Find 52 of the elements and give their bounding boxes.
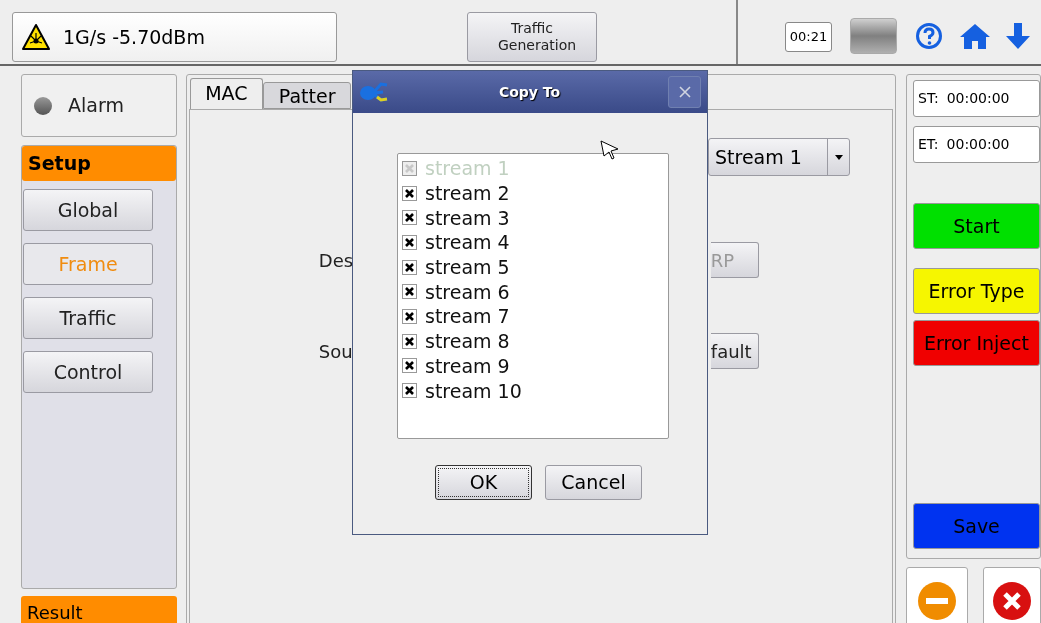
checkbox[interactable] bbox=[402, 210, 417, 226]
stream-option[interactable]: stream 9 bbox=[402, 353, 668, 379]
caret-icon bbox=[834, 154, 843, 160]
checkbox[interactable] bbox=[402, 333, 417, 349]
timer-value: 00:00:00 bbox=[946, 89, 1010, 108]
help-icon[interactable] bbox=[915, 22, 943, 50]
field-label: Sou bbox=[318, 339, 353, 364]
signal-reading: 1G/s -5.70dBm bbox=[63, 24, 205, 50]
setup-header: Setup bbox=[22, 146, 176, 181]
close-icon bbox=[993, 582, 1032, 620]
laser-warning-icon bbox=[21, 23, 51, 51]
stream-option[interactable]: stream 10 bbox=[402, 378, 668, 403]
tab[interactable]: MAC bbox=[189, 78, 263, 109]
field-button[interactable]: fault bbox=[710, 333, 759, 369]
close-app-button[interactable] bbox=[983, 567, 1041, 623]
action-button[interactable]: Error Type bbox=[913, 268, 1040, 314]
dialog-button[interactable]: Cancel bbox=[545, 465, 642, 500]
stream-option[interactable]: stream 6 bbox=[402, 279, 668, 305]
stream-option[interactable]: stream 7 bbox=[402, 304, 668, 329]
setup-menu-item[interactable]: Global bbox=[23, 189, 153, 231]
clock-display: 00:21 bbox=[785, 22, 832, 52]
traffic-generation-button[interactable]: Traffic Generation bbox=[467, 12, 597, 62]
stream-option[interactable]: stream 2 bbox=[402, 180, 668, 206]
checkbox[interactable] bbox=[402, 234, 417, 250]
stream-option[interactable]: stream 5 bbox=[402, 254, 668, 280]
tab[interactable]: Patter bbox=[262, 82, 351, 109]
dialog-title: Copy To bbox=[497, 82, 562, 102]
action-button[interactable]: Error Inject bbox=[913, 320, 1040, 366]
stream-option[interactable]: stream 3 bbox=[402, 205, 668, 231]
field-label: Des bbox=[318, 248, 354, 273]
stream-option[interactable]: stream 4 bbox=[402, 230, 668, 255]
timer-label: ET: bbox=[918, 135, 939, 154]
alarm-label: Alarm bbox=[68, 93, 124, 119]
stream-dropdown[interactable]: Stream 1 bbox=[708, 138, 850, 176]
setup-menu-item[interactable]: Control bbox=[23, 351, 153, 393]
checkbox[interactable] bbox=[402, 185, 417, 201]
down-arrow-icon[interactable] bbox=[1005, 22, 1031, 50]
minus-icon bbox=[918, 582, 957, 620]
result-header: Result bbox=[21, 596, 177, 623]
checkbox[interactable] bbox=[402, 259, 417, 275]
dialog-button[interactable]: OK bbox=[435, 465, 532, 500]
action-button[interactable]: Start bbox=[913, 203, 1040, 249]
checkbox[interactable] bbox=[402, 358, 417, 374]
checkbox[interactable] bbox=[402, 284, 417, 300]
checkbox[interactable] bbox=[402, 383, 417, 399]
checkbox[interactable] bbox=[402, 308, 417, 324]
timer-value: 00:00:00 bbox=[946, 135, 1010, 154]
setup-menu-item[interactable]: Traffic bbox=[23, 297, 153, 339]
home-icon[interactable] bbox=[959, 22, 991, 50]
stream-option[interactable]: stream 8 bbox=[402, 328, 668, 354]
timer-label: ST: bbox=[918, 89, 939, 108]
close-icon bbox=[678, 86, 691, 98]
